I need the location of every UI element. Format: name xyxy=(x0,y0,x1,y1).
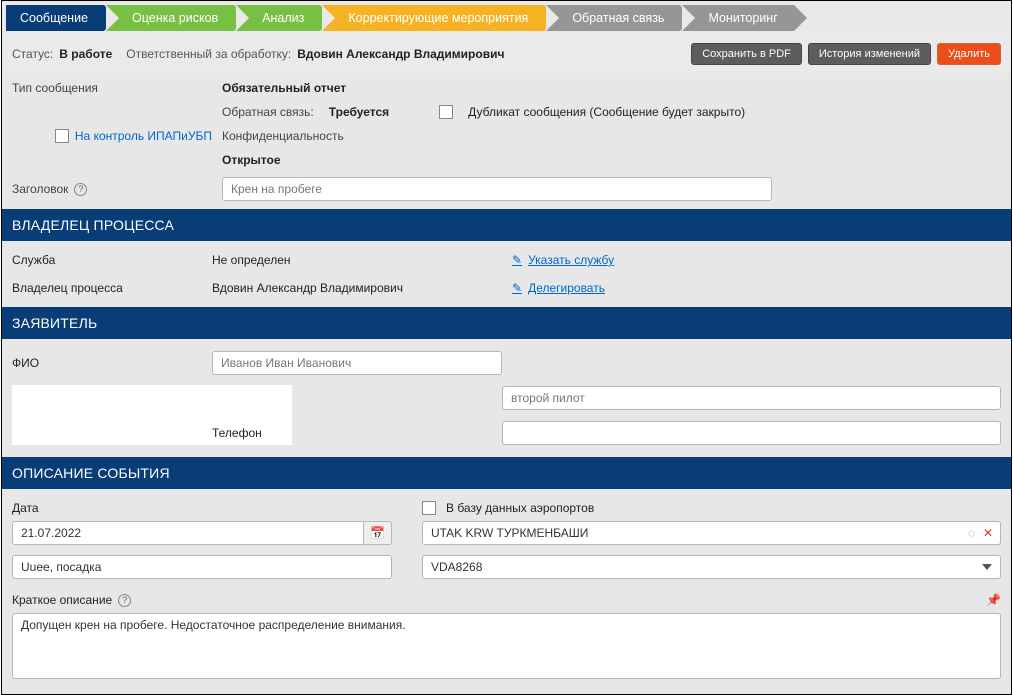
header-input[interactable] xyxy=(222,177,772,201)
help-icon[interactable]: ? xyxy=(118,594,131,607)
save-pdf-button[interactable]: Сохранить в PDF xyxy=(691,43,802,65)
control-link[interactable]: На контроль ИПАПиУБП xyxy=(12,129,212,143)
responsible-label: Ответственный за обработку: xyxy=(126,47,291,61)
duplicate-label: Дубликат сообщения (Сообщение будет закр… xyxy=(468,105,745,119)
service-label: Служба xyxy=(12,253,212,267)
status-value: В работе xyxy=(59,47,112,61)
phone-label: Телефон xyxy=(212,426,502,440)
step-feedback[interactable]: Обратная связь xyxy=(546,5,680,31)
pencil-icon: ✎ xyxy=(512,253,522,267)
confidentiality-value: Открытое xyxy=(222,153,1001,167)
owner-value: Вдовин Александр Владимирович xyxy=(212,281,512,295)
step-message[interactable]: Сообщение xyxy=(6,5,104,31)
control-label: На контроль ИПАПиУБП xyxy=(75,129,212,143)
date-label: Дата xyxy=(12,501,392,515)
brief-label: Краткое описание xyxy=(12,593,112,607)
feedback-label: Обратная связь: xyxy=(222,105,314,119)
route-input[interactable] xyxy=(12,555,392,579)
help-icon[interactable]: ? xyxy=(74,183,87,196)
responsible-value: Вдовин Александр Владимирович xyxy=(297,47,504,61)
step-label: Корректирующие мероприятия xyxy=(348,11,528,25)
link-label: Делегировать xyxy=(528,281,605,295)
pencil-icon: ✎ xyxy=(512,281,522,295)
section-applicant: ФИО Должность Телефон xyxy=(2,339,1011,457)
step-label: Обратная связь xyxy=(572,11,664,25)
status-bar: Статус: В работе Ответственный за обрабо… xyxy=(2,35,1011,73)
airport-input[interactable] xyxy=(422,521,1001,545)
header-label: Заголовок xyxy=(12,182,68,196)
duplicate-checkbox[interactable] xyxy=(439,105,453,119)
link-label: Указать службу xyxy=(528,253,614,267)
step-monitoring[interactable]: Мониторинг xyxy=(682,5,793,31)
control-checkbox[interactable] xyxy=(55,129,69,143)
history-button[interactable]: История изменений xyxy=(808,43,931,65)
airport-db-label: В базу данных аэропортов xyxy=(446,501,594,515)
flight-select[interactable]: VDA8268 xyxy=(422,555,1001,579)
step-label: Оценка рисков xyxy=(132,11,218,25)
service-value: Не определен xyxy=(212,253,512,267)
step-corrective[interactable]: Корректирующие мероприятия xyxy=(322,5,544,31)
section-event: Дата 📅 В базу данных аэропортов ◌ ✕ xyxy=(2,489,1011,694)
date-input[interactable] xyxy=(12,521,364,545)
fio-input[interactable] xyxy=(212,351,502,375)
step-risk[interactable]: Оценка рисков xyxy=(106,5,234,31)
brief-textarea[interactable]: Допущен крен на пробеге. Недостаточное р… xyxy=(12,613,1001,679)
status-label: Статус: xyxy=(12,47,53,61)
step-analysis[interactable]: Анализ xyxy=(236,5,320,31)
step-label: Сообщение xyxy=(20,11,88,25)
phone-input[interactable] xyxy=(502,421,1001,445)
owner-label: Владелец процесса xyxy=(12,281,212,295)
specify-service-link[interactable]: ✎ Указать службу xyxy=(512,253,1001,267)
feedback-value: Требуется xyxy=(329,105,389,119)
delegate-link[interactable]: ✎ Делегировать xyxy=(512,281,1001,295)
step-label: Мониторинг xyxy=(708,11,777,25)
pin-icon[interactable]: 📌 xyxy=(986,593,1001,607)
section-owner: Служба Не определен ✎ Указать службу Вла… xyxy=(2,241,1011,307)
clear-icon[interactable]: ✕ xyxy=(983,526,993,540)
position-input[interactable] xyxy=(502,386,1001,410)
workflow-stepper: Сообщение Оценка рисков Анализ Корректир… xyxy=(2,1,1011,35)
msg-type-label: Тип сообщения xyxy=(12,81,212,95)
confidentiality-label: Конфиденциальность xyxy=(222,129,352,143)
loading-icon: ◌ xyxy=(968,526,975,540)
section-event-header: ОПИСАНИЕ СОБЫТИЯ xyxy=(2,457,1011,489)
section-owner-header: ВЛАДЕЛЕЦ ПРОЦЕССА xyxy=(2,209,1011,241)
section-applicant-header: ЗАЯВИТЕЛЬ xyxy=(2,307,1011,339)
delete-button[interactable]: Удалить xyxy=(937,43,1001,65)
msg-type-value: Обязательный отчет xyxy=(222,81,352,95)
airport-db-checkbox[interactable] xyxy=(422,501,436,515)
fio-label: ФИО xyxy=(12,356,212,370)
calendar-icon: 📅 xyxy=(370,526,385,540)
step-label: Анализ xyxy=(262,11,304,25)
general-info: Тип сообщения Обязательный отчет Обратна… xyxy=(2,73,1011,209)
calendar-button[interactable]: 📅 xyxy=(364,521,392,545)
